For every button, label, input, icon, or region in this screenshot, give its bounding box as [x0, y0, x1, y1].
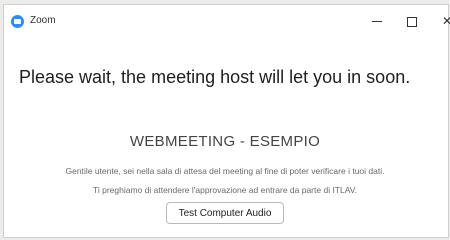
waiting-message-line-2: Ti preghiamo di attendere l'approvazione… [92, 185, 358, 195]
minimize-button[interactable] [362, 11, 392, 31]
zoom-camera-icon [11, 15, 24, 28]
title-bar[interactable]: Zoom ✕ [4, 5, 450, 37]
window-title: Zoom [30, 15, 56, 26]
minimize-icon [372, 21, 382, 23]
close-icon: ✕ [441, 14, 450, 28]
close-button[interactable]: ✕ [432, 11, 450, 31]
waiting-message-line-1: Gentile utente, sei nella sala di attesa… [65, 166, 385, 176]
test-computer-audio-button[interactable]: Test Computer Audio [166, 202, 284, 224]
maximize-icon [407, 16, 417, 27]
meeting-title: WEBMEETING - ESEMPIO [129, 133, 321, 150]
maximize-button[interactable] [397, 11, 427, 31]
waiting-headline: Please wait, the meeting host will let y… [19, 67, 411, 87]
